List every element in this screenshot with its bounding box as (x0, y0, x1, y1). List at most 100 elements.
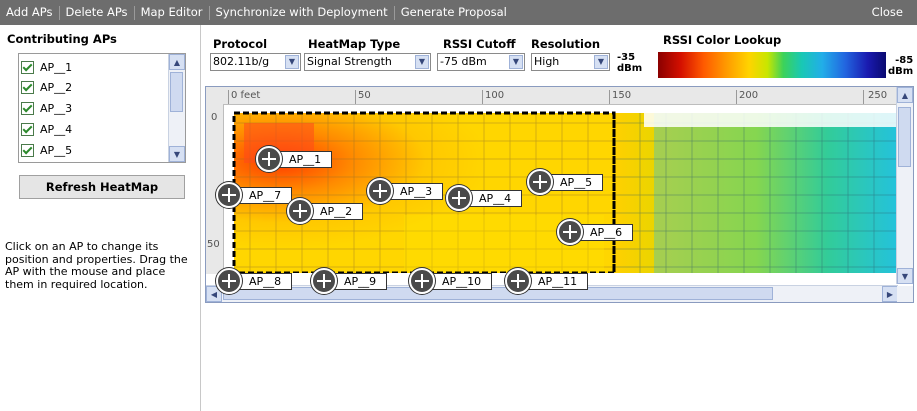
ap-marker[interactable]: AP__8 (216, 268, 293, 294)
scroll-down-icon[interactable]: ▼ (169, 146, 185, 162)
scroll-thumb[interactable] (223, 287, 773, 300)
help-text: Click on an AP to change its position an… (5, 240, 188, 291)
ap-marker-label: AP__5 (547, 173, 604, 191)
rssi-cutoff-value: -75 dBm (440, 55, 487, 68)
contributing-aps-title: Contributing APs (7, 32, 117, 46)
menu-synchronize[interactable]: Synchronize with Deployment (210, 0, 394, 25)
ruler-tick: 0 (211, 112, 218, 123)
ap-list-label: AP__2 (40, 80, 73, 94)
scrollbar-corner (897, 286, 913, 302)
rssi-cutoff-select[interactable]: -75 dBm ▼ (437, 53, 525, 71)
scroll-right-icon[interactable]: ▶ (882, 286, 898, 302)
scroll-up-icon[interactable]: ▲ (169, 54, 185, 70)
resolution-label: Resolution (531, 37, 601, 51)
ap-list-item[interactable]: AP__5 (21, 140, 72, 160)
ruler-tick: 100 (485, 90, 505, 101)
checkbox-icon[interactable] (21, 60, 34, 74)
ap-marker[interactable]: AP__7 (216, 182, 293, 208)
protocol-select[interactable]: 802.11b/g ▼ (210, 53, 301, 71)
menu-delete-aps[interactable]: Delete APs (60, 0, 134, 25)
rssi-cutoff-label: RSSI Cutoff (443, 37, 516, 51)
chevron-down-icon[interactable]: ▼ (415, 55, 429, 69)
scroll-thumb[interactable] (898, 107, 911, 167)
ap-marker[interactable]: AP__11 (505, 268, 589, 294)
menu-map-editor[interactable]: Map Editor (135, 0, 209, 25)
heatmap-viewport[interactable]: 0 feet 50 100 150 200 250 0 50 AP__1 AP_… (205, 86, 914, 303)
rssi-max-value: -85 dBm (888, 55, 914, 77)
ruler-tick: 150 (612, 90, 632, 101)
rssi-min-value: -35 dBm (617, 52, 643, 74)
scroll-down-icon[interactable]: ▼ (897, 268, 913, 284)
ap-marker-label: AP__7 (236, 186, 293, 204)
checkbox-icon[interactable] (21, 101, 34, 115)
ap-marker-label: AP__4 (466, 189, 523, 207)
ap-list-item[interactable]: AP__4 (21, 119, 72, 139)
chevron-down-icon[interactable]: ▼ (509, 55, 523, 69)
ap-marker[interactable]: AP__10 (409, 268, 493, 294)
ap-marker-label: AP__1 (276, 150, 333, 168)
ruler-tick: 250 (868, 90, 888, 101)
ap-list-label: AP__1 (40, 60, 73, 74)
ruler-tick: 0 feet (231, 90, 261, 101)
checkbox-icon[interactable] (21, 143, 34, 157)
ap-list-label: AP__4 (40, 122, 73, 136)
heatmap-type-label: HeatMap Type (308, 37, 401, 51)
chevron-down-icon[interactable]: ▼ (594, 55, 608, 69)
ap-marker-label: AP__11 (525, 272, 589, 290)
top-menu-bar: Add APs Delete APs Map Editor Synchroniz… (0, 0, 917, 25)
ruler-horizontal: 0 feet 50 100 150 200 250 (206, 87, 898, 105)
map-vertical-scrollbar[interactable]: ▲ ▼ (896, 87, 913, 284)
ap-marker-label: AP__3 (387, 182, 444, 200)
checkbox-icon[interactable] (21, 122, 34, 136)
heatmap-type-select[interactable]: Signal Strength ▼ (304, 53, 431, 71)
scroll-up-icon[interactable]: ▲ (897, 87, 913, 103)
access-point-icon[interactable] (446, 185, 472, 211)
ap-list-label: AP__3 (40, 101, 73, 115)
ruler-tick: 50 (207, 239, 220, 250)
refresh-heatmap-button[interactable]: Refresh HeatMap (19, 175, 185, 199)
ap-marker-label: AP__6 (577, 223, 634, 241)
ap-marker[interactable]: AP__3 (367, 178, 444, 204)
chevron-down-icon[interactable]: ▼ (285, 55, 299, 69)
ap-marker[interactable]: AP__2 (287, 198, 364, 224)
ap-marker-label: AP__2 (307, 202, 364, 220)
access-point-icon[interactable] (527, 169, 553, 195)
checkbox-icon[interactable] (21, 80, 34, 94)
contributing-aps-list[interactable]: AP__1 AP__2 AP__3 AP__4 AP__5 ▲ ▼ (18, 53, 186, 163)
access-point-icon[interactable] (557, 219, 583, 245)
ap-marker[interactable]: AP__5 (527, 169, 604, 195)
access-point-icon[interactable] (505, 268, 531, 294)
scroll-thumb[interactable] (170, 72, 183, 112)
rssi-color-lookup-label: RSSI Color Lookup (663, 33, 782, 47)
protocol-label: Protocol (213, 37, 268, 51)
resolution-value: High (534, 55, 560, 68)
heatmap-type-value: Signal Strength (307, 55, 392, 68)
ruler-tick: 50 (358, 90, 371, 101)
ruler-tick: 200 (739, 90, 759, 101)
ap-list-label: AP__5 (40, 143, 73, 157)
ap-marker-label: AP__9 (331, 272, 388, 290)
ap-list-item[interactable]: AP__3 (21, 98, 72, 118)
access-point-icon[interactable] (367, 178, 393, 204)
access-point-icon[interactable] (216, 268, 242, 294)
ap-marker[interactable]: AP__4 (446, 185, 523, 211)
ap-list-item[interactable]: AP__1 (21, 57, 72, 77)
ap-list-item[interactable]: AP__2 (21, 77, 72, 97)
access-point-icon[interactable] (216, 182, 242, 208)
access-point-icon[interactable] (409, 268, 435, 294)
rssi-color-gradient (658, 52, 886, 78)
ap-list-scrollbar[interactable]: ▲ ▼ (168, 54, 185, 162)
resolution-select[interactable]: High ▼ (531, 53, 610, 71)
close-button[interactable]: Close (872, 0, 903, 25)
access-point-icon[interactable] (311, 268, 337, 294)
ap-marker-label: AP__8 (236, 272, 293, 290)
ap-marker-label: AP__10 (429, 272, 493, 290)
menu-generate-proposal[interactable]: Generate Proposal (395, 0, 513, 25)
protocol-value: 802.11b/g (213, 55, 270, 68)
access-point-icon[interactable] (287, 198, 313, 224)
menu-add-aps[interactable]: Add APs (0, 0, 59, 25)
ap-marker[interactable]: AP__6 (557, 219, 634, 245)
ap-marker[interactable]: AP__1 (256, 146, 333, 172)
access-point-icon[interactable] (256, 146, 282, 172)
ap-marker[interactable]: AP__9 (311, 268, 388, 294)
